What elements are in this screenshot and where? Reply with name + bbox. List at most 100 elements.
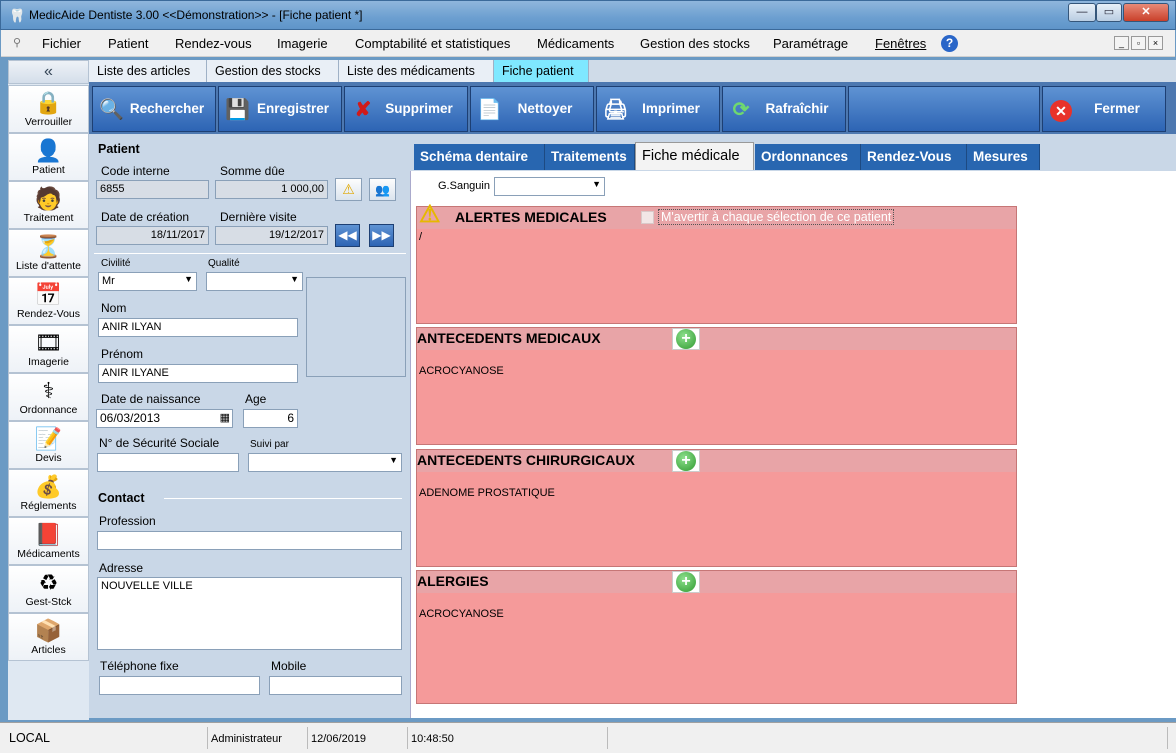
lastvisit-field[interactable]: 19/12/2017	[215, 226, 328, 245]
refresh-button[interactable]: ⟳ Rafraîchir	[722, 86, 846, 132]
maximize-button[interactable]: ▭	[1096, 3, 1122, 22]
status-bar: LOCAL Administrateur 12/06/2019 10:48:50	[0, 722, 1176, 753]
tab-rendez-vous[interactable]: Rendez-Vous	[861, 144, 967, 170]
film-icon: 🎞	[34, 330, 63, 355]
sidebar-item-rendez-vous[interactable]: 📅 Rendez-Vous	[8, 277, 89, 325]
status-location: LOCAL	[6, 727, 208, 749]
sidebar-item-imagerie[interactable]: 🎞 Imagerie	[8, 325, 89, 373]
sidebar-item-devis[interactable]: 📝 Devis	[8, 421, 89, 469]
calendar-icon[interactable]: ▦	[220, 411, 230, 424]
mdi-minimize-button[interactable]: _	[1114, 36, 1129, 50]
tab-fiche-medicale[interactable]: Fiche médicale	[635, 142, 754, 170]
menu-medicaments[interactable]: Médicaments	[537, 36, 614, 51]
quality-select[interactable]: ▼	[206, 272, 303, 291]
sidebar-item-traitement[interactable]: 🧑 Traitement	[8, 181, 89, 229]
close-window-button[interactable]: ✕	[1123, 3, 1169, 22]
sidebar-item-ordonnance[interactable]: ⚕ Ordonnance	[8, 373, 89, 421]
tab-liste-medicaments[interactable]: Liste des médicaments	[339, 60, 494, 82]
alert-checkbox[interactable]	[641, 211, 654, 224]
add-antecedent-medical-button[interactable]: +	[672, 328, 700, 350]
tab-ordonnances[interactable]: Ordonnances	[755, 144, 861, 170]
due-field[interactable]: 1 000,00	[215, 180, 328, 199]
system-menu-icon[interactable]: ⚲	[13, 36, 21, 49]
previous-visit-button[interactable]: ◀◀	[335, 224, 360, 247]
menu-comptabilite[interactable]: Comptabilité et statistiques	[355, 36, 510, 51]
mdi-restore-button[interactable]: ▫	[1131, 36, 1146, 50]
age-field[interactable]: 6	[243, 409, 298, 428]
name-field[interactable]: ANIR ILYAN	[98, 318, 298, 337]
chevron-down-icon: ▼	[592, 179, 601, 189]
clear-button[interactable]: 📄 Nettoyer	[470, 86, 594, 132]
help-icon[interactable]: ?	[941, 35, 958, 52]
print-button[interactable]: 🖨 Imprimer	[596, 86, 720, 132]
mobile-field[interactable]	[269, 676, 402, 695]
allergies-title: ALERGIES	[417, 573, 489, 589]
hourglass-icon: ⏳	[34, 234, 63, 259]
followed-label: Suivi par	[250, 439, 289, 450]
close-button[interactable]: ✕ Fermer	[1042, 86, 1166, 132]
tab-gestion-stocks[interactable]: Gestion des stocks	[207, 60, 339, 82]
search-button[interactable]: 🔍 Rechercher	[92, 86, 216, 132]
antecedents-chirurgicaux-text[interactable]: ADENOME PROSTATIQUE	[419, 487, 555, 499]
status-date: 12/06/2019	[308, 727, 408, 749]
sidebar-collapse-button[interactable]: «	[8, 60, 89, 84]
code-field[interactable]: 6855	[96, 180, 209, 199]
menu-fenetres[interactable]: Fenêtres	[875, 36, 926, 51]
chevron-down-icon: ▼	[184, 274, 193, 284]
next-visit-button[interactable]: ▶▶	[369, 224, 394, 247]
sidebar-item-gest-stck[interactable]: ♻ Gest-Stck	[8, 565, 89, 613]
save-button[interactable]: 💾 Enregistrer	[218, 86, 342, 132]
add-antecedent-chirurgical-button[interactable]: +	[672, 450, 700, 472]
profession-field[interactable]	[97, 531, 402, 550]
allergies-text[interactable]: ACROCYANOSE	[419, 608, 504, 620]
menu-fichier[interactable]: Fichier	[42, 36, 81, 51]
sidebar-item-reglements[interactable]: 💰 Réglements	[8, 469, 89, 517]
add-allergy-button[interactable]: +	[672, 571, 700, 593]
antecedents-medicaux-text[interactable]: ACROCYANOSE	[419, 365, 504, 377]
tab-liste-articles[interactable]: Liste des articles	[89, 60, 207, 82]
sidebar-item-label: Médicaments	[17, 548, 80, 560]
contacts-button[interactable]: 👥	[369, 178, 396, 201]
menu-bar: ⚲ Fichier Patient Rendez-vous Imagerie C…	[1, 30, 1175, 57]
alert-checkbox-label[interactable]: M'avertir à chaque sélection de ce patie…	[658, 209, 895, 225]
civility-select[interactable]: Mr ▼	[98, 272, 197, 291]
sidebar-item-medicaments[interactable]: 📕 Médicaments	[8, 517, 89, 565]
status-empty	[608, 727, 1168, 749]
phone-field[interactable]	[99, 676, 260, 695]
sidebar-item-patient[interactable]: 👤 Patient	[8, 133, 89, 181]
ssn-label: N° de Sécurité Sociale	[99, 436, 220, 450]
sidebar-item-verrouiller[interactable]: 🔒 Verrouiller	[8, 85, 89, 133]
ssn-field[interactable]	[97, 453, 239, 472]
minimize-button[interactable]: —	[1068, 3, 1096, 22]
created-field[interactable]: 18/11/2017	[96, 226, 209, 245]
photo-frame[interactable]	[306, 277, 406, 377]
sidebar-item-articles[interactable]: 📦 Articles	[8, 613, 89, 661]
alerts-header: ⚠ ALERTES MEDICALES M'avertir à chaque s…	[417, 201, 1016, 229]
plus-icon: +	[676, 572, 696, 592]
menu-parametrage[interactable]: Paramétrage	[773, 36, 848, 51]
dob-field[interactable]: 06/03/2013 ▦	[96, 409, 233, 428]
menu-imagerie[interactable]: Imagerie	[277, 36, 328, 51]
tab-mesures[interactable]: Mesures	[967, 144, 1040, 170]
menu-gestion-stocks[interactable]: Gestion des stocks	[640, 36, 750, 51]
box-icon: 📦	[34, 618, 63, 643]
delete-button[interactable]: ✘ Supprimer	[344, 86, 468, 132]
tab-schema-dentaire[interactable]: Schéma dentaire	[414, 144, 545, 170]
firstname-field[interactable]: ANIR ILYANE	[98, 364, 298, 383]
sidebar-item-label: Imagerie	[28, 356, 69, 368]
menu-rendez-vous[interactable]: Rendez-vous	[175, 36, 252, 51]
antecedents-medicaux-section: ANTECEDENTS MEDICAUX + ACROCYANOSE	[416, 327, 1017, 445]
tab-traitements[interactable]: Traitements	[545, 144, 635, 170]
treatment-icon: 🧑	[34, 186, 63, 211]
alerts-text[interactable]: /	[419, 231, 422, 243]
antecedents-medicaux-header: ANTECEDENTS MEDICAUX +	[417, 328, 1016, 350]
blood-group-select[interactable]: ▼	[494, 177, 605, 196]
followed-select[interactable]: ▼	[248, 453, 402, 472]
sidebar-item-liste-attente[interactable]: ⏳ Liste d'attente	[8, 229, 89, 277]
address-field[interactable]: NOUVELLE VILLE	[97, 577, 402, 650]
menu-patient[interactable]: Patient	[108, 36, 148, 51]
quality-label: Qualité	[208, 258, 240, 269]
tab-fiche-patient[interactable]: Fiche patient	[494, 60, 589, 82]
mdi-close-button[interactable]: ×	[1148, 36, 1163, 50]
alert-button[interactable]: ⚠	[335, 178, 362, 201]
